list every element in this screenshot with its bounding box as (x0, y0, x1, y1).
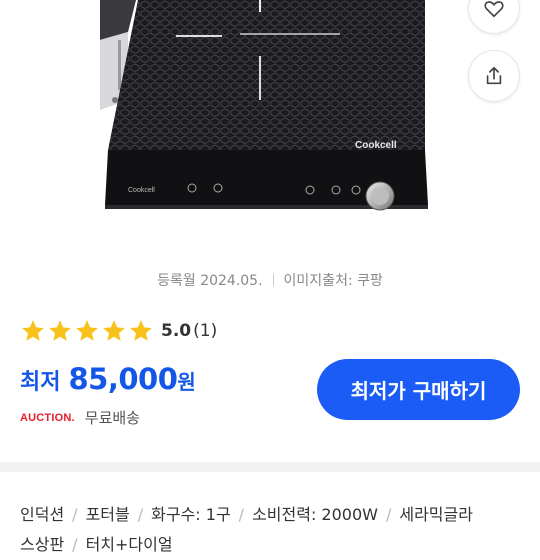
image-meta: 등록월 2024.05. 이미지출처: 쿠팡 (0, 270, 540, 290)
shop-info: AUCTION. 무료배송 (20, 407, 140, 428)
auction-logo: AUCTION. (20, 411, 75, 424)
spec-item: 세라믹글라 (399, 505, 473, 524)
buy-lowest-price-button[interactable]: 최저가 구매하기 (317, 359, 520, 420)
image-source: 이미지출처: 쿠팡 (283, 273, 383, 289)
share-button[interactable] (468, 50, 520, 102)
heart-icon (484, 1, 504, 18)
lowest-price: 최저 85,000 원 (20, 362, 196, 396)
star-icon (49, 320, 71, 341)
price-unit: 원 (177, 370, 196, 394)
price-label: 최저 (20, 370, 61, 395)
free-shipping: 무료배송 (84, 409, 140, 427)
rating[interactable]: 5.0 (1) (20, 318, 217, 344)
spec-item: 터치+다이얼 (85, 535, 173, 554)
spec-line-1: 인덕션 / 포터블 / 화구수: 1구 / 소비전력: 2000W / 세라믹글라 (20, 505, 473, 524)
cooktop-brand-top: Cookcell (355, 140, 397, 151)
spec-list: 인덕션 / 포터블 / 화구수: 1구 / 소비전력: 2000W / 세라믹글라 스상판 / 터치… (20, 500, 540, 560)
product-image: Cookcell Cookcell (100, 0, 440, 232)
price-value: 85,000 (68, 362, 178, 396)
spec-item: 화구수: 1구 (151, 505, 231, 524)
star-icon (76, 320, 98, 341)
review-count[interactable]: (1) (193, 321, 217, 341)
meta-divider (272, 274, 274, 286)
spec-item: 소비전력: 2000W (252, 505, 378, 524)
spec-item: 인덕션 (20, 505, 65, 524)
rating-score: 5.0 (161, 321, 192, 341)
section-divider (0, 462, 540, 472)
spec-line-2: 스상판 / 터치+다이얼 (20, 535, 173, 554)
star-icon (22, 320, 44, 341)
cooktop-brand-front: Cookcell (128, 187, 155, 194)
spec-item: 스상판 (20, 535, 65, 554)
share-icon (486, 66, 502, 85)
induction-cooktop-illustration: Cookcell Cookcell (100, 0, 428, 211)
wishlist-button[interactable] (468, 0, 520, 34)
registered-month: 등록월 2024.05. (157, 273, 263, 289)
star-icon (130, 320, 152, 341)
spec-item: 포터블 (85, 505, 130, 524)
star-icon (103, 320, 125, 341)
